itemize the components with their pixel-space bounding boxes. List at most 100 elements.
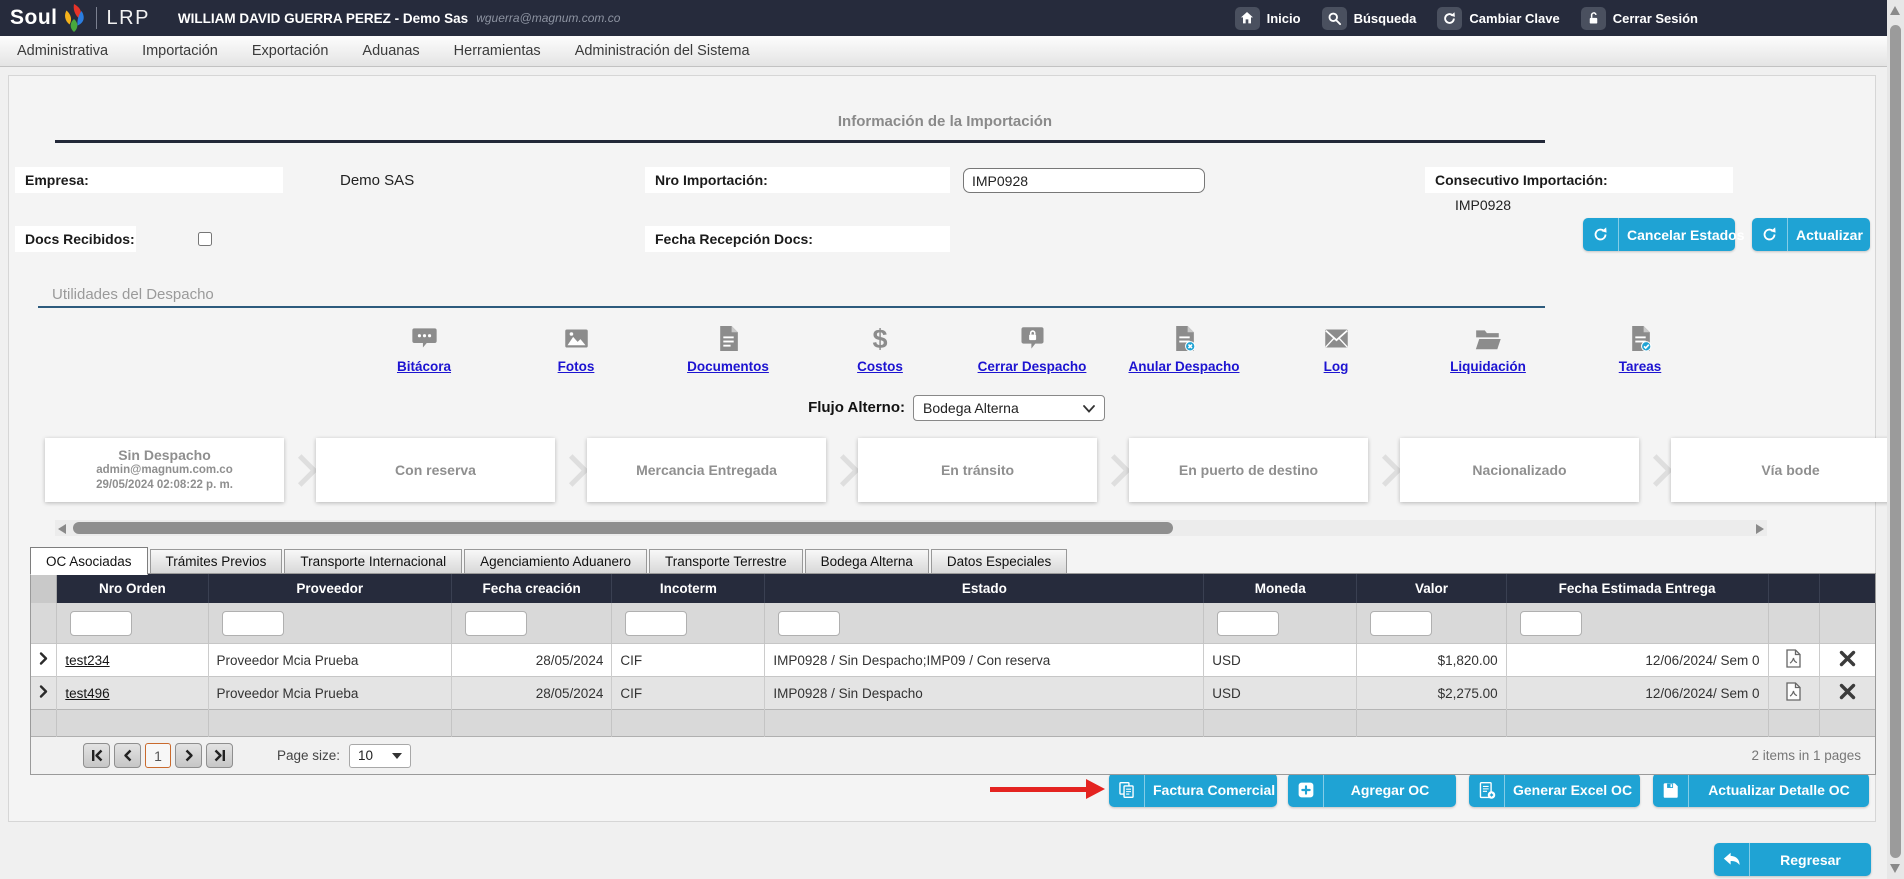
scroll-left-arrow[interactable] xyxy=(58,524,66,534)
filter-valor-input[interactable] xyxy=(1370,611,1432,636)
cell-incoterm: CIF xyxy=(612,644,765,677)
horizontal-scroll-thumb[interactable] xyxy=(73,522,1173,534)
scroll-down-arrow[interactable] xyxy=(1890,864,1900,873)
cell-proveedor: Proveedor Mcia Prueba xyxy=(208,644,451,677)
anular-despacho-link[interactable]: Anular Despacho xyxy=(1108,322,1260,374)
order-link[interactable]: test234 xyxy=(65,653,109,668)
menu-aduanas[interactable]: Aduanas xyxy=(362,43,419,59)
menu-herramientas[interactable]: Herramientas xyxy=(454,43,541,59)
menu-administracion-sistema[interactable]: Administración del Sistema xyxy=(575,43,750,59)
filter-cell xyxy=(1820,603,1875,644)
actualizar-detalle-oc-button[interactable]: Actualizar Detalle OC xyxy=(1653,773,1869,807)
actualizar-button[interactable]: Actualizar xyxy=(1752,218,1870,251)
flow-card-con-reserva[interactable]: Con reserva xyxy=(316,438,555,502)
factura-comercial-button[interactable]: Factura Comercial xyxy=(1109,773,1277,807)
filter-proveedor-input[interactable] xyxy=(222,611,284,636)
flow-card-title: En puerto de destino xyxy=(1179,462,1318,478)
menu-exportacion[interactable]: Exportación xyxy=(252,43,329,59)
first-page-button[interactable] xyxy=(83,743,110,768)
nro-importacion-input[interactable] xyxy=(963,168,1205,193)
col-valor[interactable]: Valor xyxy=(1357,574,1506,603)
flow-card-sin-despacho[interactable]: Sin Despacho admin@magnum.com.co 29/05/2… xyxy=(45,438,284,502)
next-page-button[interactable] xyxy=(175,743,202,768)
filter-estado-input[interactable] xyxy=(778,611,840,636)
vertical-scroll-thumb[interactable] xyxy=(1890,25,1901,858)
grid-footer-row xyxy=(31,710,1875,737)
expand-row-button[interactable] xyxy=(31,677,57,710)
tab-transporte-terrestre[interactable]: Transporte Terrestre xyxy=(649,549,803,574)
cell-fecha: 28/05/2024 xyxy=(451,677,611,710)
delete-row-button[interactable] xyxy=(1820,677,1875,710)
tab-oc-asociadas[interactable]: OC Asociadas xyxy=(30,547,148,575)
red-annotation-arrow xyxy=(990,779,1105,800)
liquidacion-link[interactable]: Liquidación xyxy=(1412,322,1564,374)
order-link[interactable]: test496 xyxy=(65,686,109,701)
log-link[interactable]: Log xyxy=(1260,322,1412,374)
brand[interactable]: Soul LRP xyxy=(10,3,150,33)
menu-administrativa[interactable]: Administrativa xyxy=(17,43,108,59)
anular-despacho-label: Anular Despacho xyxy=(1128,359,1239,374)
filter-nro-orden-input[interactable] xyxy=(70,611,132,636)
tab-agenciamiento-aduanero[interactable]: Agenciamiento Aduanero xyxy=(464,549,647,574)
flujo-alterno-select[interactable]: Bodega Alterna xyxy=(913,395,1105,421)
tab-bodega-alterna[interactable]: Bodega Alterna xyxy=(805,549,929,574)
page-size-select[interactable]: 10 xyxy=(349,744,411,768)
search-button[interactable]: Búsqueda xyxy=(1322,7,1417,30)
oc-grid: Nro Orden Proveedor Fecha creación Incot… xyxy=(30,573,1876,775)
costos-link[interactable]: $ Costos xyxy=(804,322,956,374)
fotos-link[interactable]: Fotos xyxy=(500,322,652,374)
documentos-link[interactable]: Documentos xyxy=(652,322,804,374)
col-incoterm[interactable]: Incoterm xyxy=(612,574,765,603)
pdf-export-button[interactable] xyxy=(1768,644,1820,677)
last-page-button[interactable] xyxy=(206,743,233,768)
filter-incoterm-input[interactable] xyxy=(625,611,687,636)
grid-filter-row xyxy=(31,603,1875,644)
topbar-actions: Inicio Búsqueda Cambiar Clave Cerrar Ses… xyxy=(1235,0,1698,36)
regresar-button[interactable]: Regresar xyxy=(1714,843,1871,876)
filter-entrega-input[interactable] xyxy=(1520,611,1582,636)
scroll-right-arrow[interactable] xyxy=(1756,524,1764,534)
agregar-oc-button[interactable]: Agregar OC xyxy=(1288,773,1456,807)
delete-row-button[interactable] xyxy=(1820,644,1875,677)
page-title: Información de la Importación xyxy=(0,113,1890,130)
cancelar-estados-button[interactable]: Cancelar Estados xyxy=(1583,218,1735,251)
prev-page-button[interactable] xyxy=(114,743,141,768)
flow-card-nacionalizado[interactable]: Nacionalizado xyxy=(1400,438,1639,502)
change-password-button[interactable]: Cambiar Clave xyxy=(1437,7,1559,30)
chevron-down-icon xyxy=(1083,400,1095,416)
docs-recibidos-checkbox[interactable] xyxy=(198,232,212,246)
horizontal-scrollbar[interactable] xyxy=(55,520,1767,536)
cerrar-despacho-link[interactable]: Cerrar Despacho xyxy=(956,322,1108,374)
col-fecha-estimada[interactable]: Fecha Estimada Entrega xyxy=(1506,574,1768,603)
soul-logo-icon xyxy=(61,3,87,33)
flow-card-en-puerto[interactable]: En puerto de destino xyxy=(1129,438,1368,502)
filter-moneda-input[interactable] xyxy=(1217,611,1279,636)
col-estado[interactable]: Estado xyxy=(765,574,1204,603)
flow-card-mercancia-entregada[interactable]: Mercancia Entregada xyxy=(587,438,826,502)
expand-row-button[interactable] xyxy=(31,644,57,677)
filter-cell xyxy=(765,603,1204,644)
screen: Soul LRP WILLIAM DAVID GUERRA PEREZ - De… xyxy=(0,0,1904,879)
tareas-link[interactable]: Tareas xyxy=(1564,322,1716,374)
flow-card-via-bodega[interactable]: Vía bode xyxy=(1671,438,1904,502)
menu-importacion[interactable]: Importación xyxy=(142,43,218,59)
tab-tramites-previos[interactable]: Trámites Previos xyxy=(150,549,283,574)
pdf-export-button[interactable] xyxy=(1768,677,1820,710)
home-button[interactable]: Inicio xyxy=(1235,7,1301,30)
filter-cell xyxy=(1357,603,1506,644)
tab-datos-especiales[interactable]: Datos Especiales xyxy=(931,549,1067,574)
tab-transporte-internacional[interactable]: Transporte Internacional xyxy=(284,549,462,574)
col-proveedor[interactable]: Proveedor xyxy=(208,574,451,603)
filter-fecha-input[interactable] xyxy=(465,611,527,636)
bitacora-link[interactable]: Bitácora xyxy=(348,322,500,374)
generar-excel-oc-button[interactable]: Generar Excel OC xyxy=(1469,773,1640,807)
col-moneda[interactable]: Moneda xyxy=(1204,574,1357,603)
col-fecha-creacion[interactable]: Fecha creación xyxy=(451,574,611,603)
scroll-up-arrow[interactable] xyxy=(1890,6,1900,15)
col-nro-orden[interactable]: Nro Orden xyxy=(57,574,208,603)
logout-button[interactable]: Cerrar Sesión xyxy=(1581,7,1698,30)
vertical-scrollbar[interactable] xyxy=(1887,0,1904,879)
flow-card-en-transito[interactable]: En tránsito xyxy=(858,438,1097,502)
brand-lrp-text: LRP xyxy=(107,7,150,30)
current-page-button[interactable]: 1 xyxy=(145,743,171,768)
